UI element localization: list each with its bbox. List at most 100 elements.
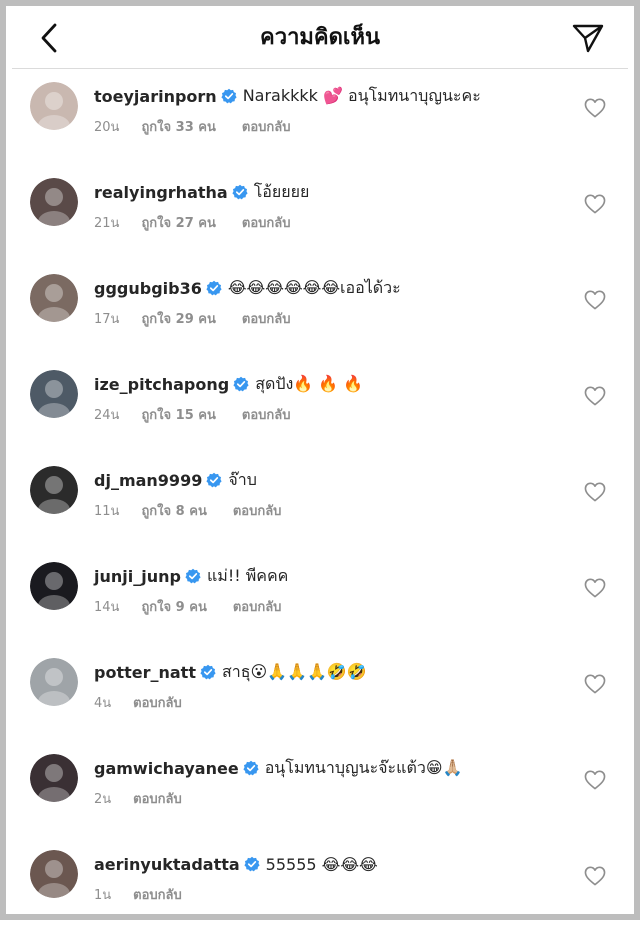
reply-button[interactable]: ตอบกลับ xyxy=(133,788,182,809)
username[interactable]: gggubgib36 xyxy=(94,279,202,298)
heart-outline-icon[interactable] xyxy=(584,98,606,118)
verified-badge-icon xyxy=(243,760,259,776)
comment-line: dj_man9999 จ๊าบ xyxy=(94,468,568,492)
username[interactable]: aerinyuktadatta xyxy=(94,855,240,874)
comment-line: gggubgib36 😂😂😂😂😂😂เออได้วะ xyxy=(94,276,568,300)
page-title: ความคิดเห็น xyxy=(260,25,380,50)
username[interactable]: potter_natt xyxy=(94,663,196,682)
comment-time: 14น xyxy=(94,600,120,615)
comment-list: toeyjarinporn Narakkkk 💕 อนุโมทนาบุญนะคะ 2… xyxy=(12,68,628,932)
comment-row: realyingrhatha โอ้ยยยย 21น ถูกใจ 27 คน ตอบกล… xyxy=(12,164,628,260)
verified-badge-icon xyxy=(221,88,237,104)
avatar[interactable] xyxy=(30,658,78,706)
comment-body: dj_man9999 จ๊าบ 11น ถูกใจ 8 คน ตอบกลับ xyxy=(94,468,568,521)
heart-outline-icon[interactable] xyxy=(584,674,606,694)
comment-line: ize_pitchapong สุดปัง🔥 🔥 🔥 xyxy=(94,372,568,396)
like-count[interactable]: ถูกใจ 15 คน xyxy=(141,404,215,425)
username[interactable]: toeyjarinporn xyxy=(94,87,217,106)
username[interactable]: dj_man9999 xyxy=(94,471,202,490)
avatar[interactable] xyxy=(30,754,78,802)
top-bar: ความคิดเห็น xyxy=(12,12,628,69)
heart-outline-icon[interactable] xyxy=(584,194,606,214)
comment-text: โอ้ยยยย xyxy=(253,181,310,201)
comment-meta: 20น ถูกใจ 33 คน ตอบกลับ xyxy=(94,116,568,137)
like-count[interactable]: ถูกใจ 9 คน xyxy=(141,596,206,617)
verified-badge-icon xyxy=(185,568,201,584)
comment-time: 2น xyxy=(94,792,112,807)
reply-button[interactable]: ตอบกลับ xyxy=(233,500,282,521)
reply-button[interactable]: ตอบกลับ xyxy=(242,116,291,137)
comment-row: toeyjarinporn Narakkkk 💕 อนุโมทนาบุญนะคะ 2… xyxy=(12,68,628,164)
comment-text: 55555 😂😂😂 xyxy=(265,854,378,874)
heart-outline-icon[interactable] xyxy=(584,866,606,886)
like-count[interactable]: ถูกใจ 29 คน xyxy=(141,308,215,329)
comment-meta: 2น ตอบกลับ xyxy=(94,788,568,809)
reply-button[interactable]: ตอบกลับ xyxy=(242,308,291,329)
verified-badge-icon xyxy=(200,664,216,680)
comment-text: แม่!! พีคคค xyxy=(206,565,289,585)
comment-time: 20น xyxy=(94,120,120,135)
comment-body: gamwichayanee อนุโมทนาบุญนะจ๊ะแต้ว😁🙏🏼 2น ตอ… xyxy=(94,756,568,809)
comment-text: สาธุ😮🙏🙏🙏🤣🤣 xyxy=(221,661,367,681)
heart-outline-icon[interactable] xyxy=(584,290,606,310)
avatar[interactable] xyxy=(30,466,78,514)
comment-meta: 21น ถูกใจ 27 คน ตอบกลับ xyxy=(94,212,568,233)
comment-row: ize_pitchapong สุดปัง🔥 🔥 🔥 24น ถูกใจ 15 คน ต… xyxy=(12,356,628,452)
username[interactable]: gamwichayanee xyxy=(94,759,239,778)
reply-button[interactable]: ตอบกลับ xyxy=(233,596,282,617)
comment-row: dj_man9999 จ๊าบ 11น ถูกใจ 8 คน ตอบกลับ xyxy=(12,452,628,548)
like-count[interactable]: ถูกใจ 33 คน xyxy=(141,116,215,137)
comment-text: สุดปัง🔥 🔥 🔥 xyxy=(255,373,364,393)
avatar[interactable] xyxy=(30,178,78,226)
comment-meta: 11น ถูกใจ 8 คน ตอบกลับ xyxy=(94,500,568,521)
comment-time: 17น xyxy=(94,312,120,327)
comment-line: potter_natt สาธุ😮🙏🙏🙏🤣🤣 xyxy=(94,660,568,684)
comment-meta: 17น ถูกใจ 29 คน ตอบกลับ xyxy=(94,308,568,329)
reply-button[interactable]: ตอบกลับ xyxy=(242,212,291,233)
comment-time: 1น xyxy=(94,888,112,903)
paper-plane-icon xyxy=(572,24,604,53)
comment-text: Narakkkk 💕 อนุโมทนาบุญนะคะ xyxy=(242,85,481,105)
comment-meta: 14น ถูกใจ 9 คน ตอบกลับ xyxy=(94,596,568,617)
avatar[interactable] xyxy=(30,562,78,610)
comment-time: 21น xyxy=(94,216,120,231)
username[interactable]: junji_junp xyxy=(94,567,181,586)
comment-body: junji_junp แม่!! พีคคค 14น ถูกใจ 9 คน ตอบกลั… xyxy=(94,564,568,617)
reply-button[interactable]: ตอบกลับ xyxy=(133,692,182,713)
verified-badge-icon xyxy=(232,184,248,200)
avatar[interactable] xyxy=(30,370,78,418)
comment-text: 😂😂😂😂😂😂เออได้วะ xyxy=(227,277,401,297)
comment-body: toeyjarinporn Narakkkk 💕 อนุโมทนาบุญนะคะ 2… xyxy=(94,84,568,137)
comment-body: aerinyuktadatta 55555 😂😂😂 1น ตอบกลับ xyxy=(94,852,568,905)
comment-line: realyingrhatha โอ้ยยยย xyxy=(94,180,568,204)
heart-outline-icon[interactable] xyxy=(584,386,606,406)
verified-badge-icon xyxy=(206,472,222,488)
avatar[interactable] xyxy=(30,850,78,898)
heart-outline-icon[interactable] xyxy=(584,482,606,502)
avatar[interactable] xyxy=(30,274,78,322)
comment-time: 24น xyxy=(94,408,120,423)
comment-body: potter_natt สาธุ😮🙏🙏🙏🤣🤣 4น ตอบกลับ xyxy=(94,660,568,713)
verified-badge-icon xyxy=(206,280,222,296)
heart-outline-icon[interactable] xyxy=(584,578,606,598)
avatar[interactable] xyxy=(30,82,78,130)
like-count[interactable]: ถูกใจ 27 คน xyxy=(141,212,215,233)
comment-line: toeyjarinporn Narakkkk 💕 อนุโมทนาบุญนะคะ xyxy=(94,84,568,108)
send-button[interactable] xyxy=(570,20,606,56)
reply-button[interactable]: ตอบกลับ xyxy=(133,884,182,905)
comment-row: gamwichayanee อนุโมทนาบุญนะจ๊ะแต้ว😁🙏🏼 2น ตอ… xyxy=(12,740,628,836)
username[interactable]: ize_pitchapong xyxy=(94,375,229,394)
comment-row: potter_natt สาธุ😮🙏🙏🙏🤣🤣 4น ตอบกลับ xyxy=(12,644,628,740)
comment-time: 4น xyxy=(94,696,112,711)
comment-meta: 4น ตอบกลับ xyxy=(94,692,568,713)
comment-time: 11น xyxy=(94,504,120,519)
verified-badge-icon xyxy=(244,856,260,872)
username[interactable]: realyingrhatha xyxy=(94,183,228,202)
like-count[interactable]: ถูกใจ 8 คน xyxy=(141,500,206,521)
verified-badge-icon xyxy=(233,376,249,392)
comment-row: junji_junp แม่!! พีคคค 14น ถูกใจ 9 คน ตอบกลั… xyxy=(12,548,628,644)
comment-body: ize_pitchapong สุดปัง🔥 🔥 🔥 24น ถูกใจ 15 คน ต… xyxy=(94,372,568,425)
reply-button[interactable]: ตอบกลับ xyxy=(242,404,291,425)
heart-outline-icon[interactable] xyxy=(584,770,606,790)
comment-meta: 24น ถูกใจ 15 คน ตอบกลับ xyxy=(94,404,568,425)
